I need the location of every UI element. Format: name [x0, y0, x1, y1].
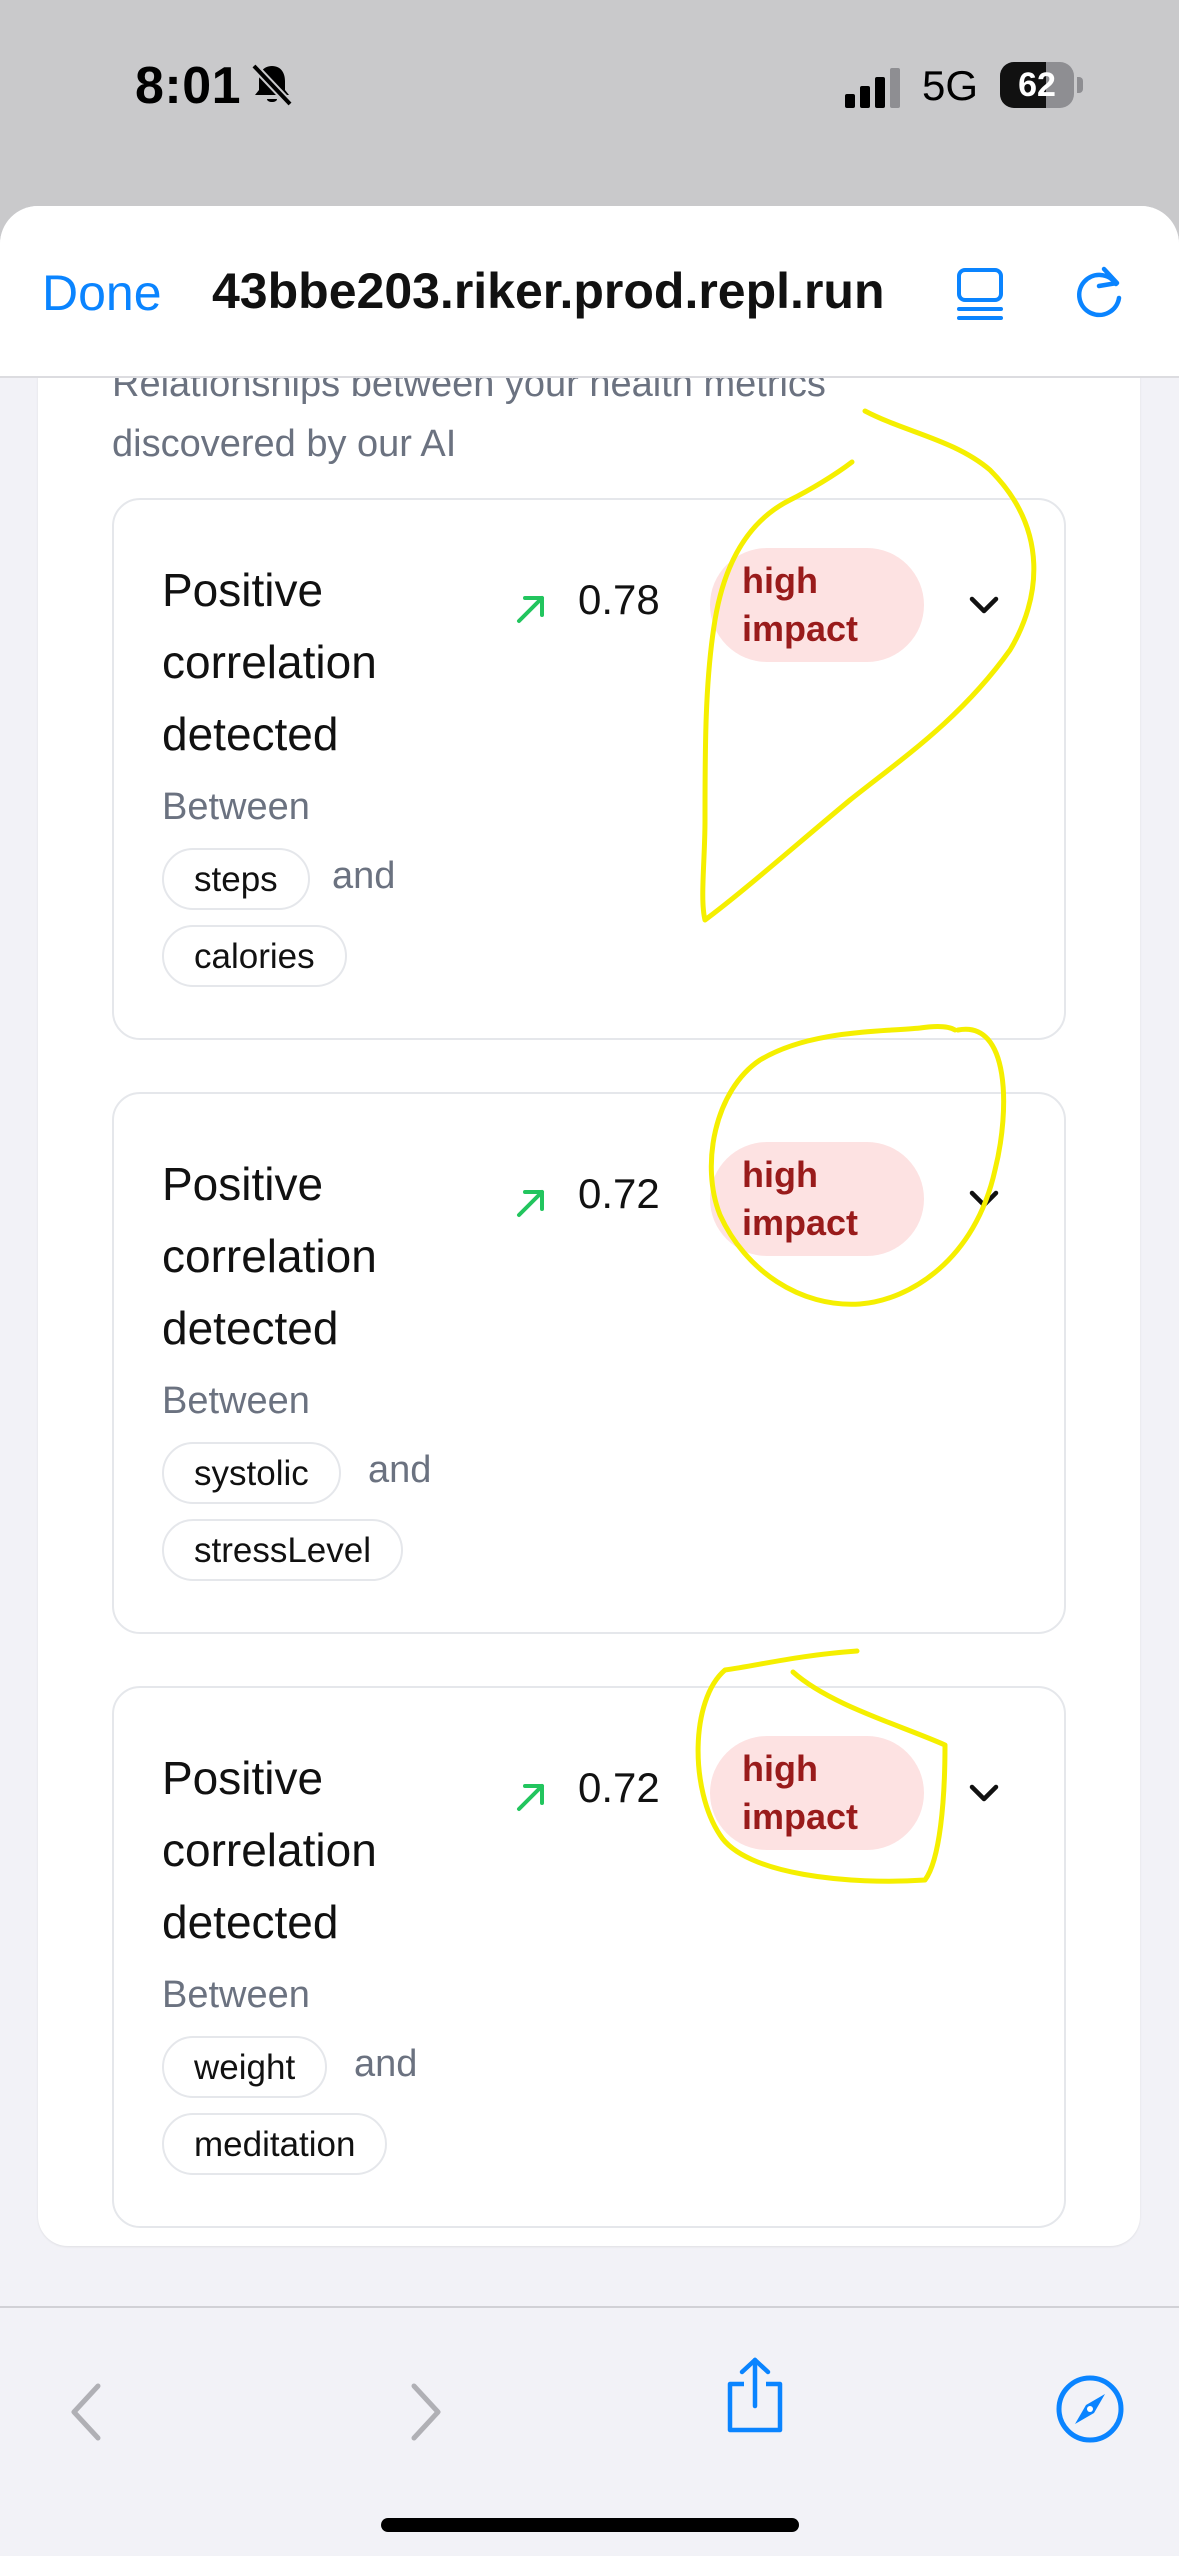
chevron-down-icon[interactable]: [966, 1184, 1002, 1214]
metric-chip: weight: [162, 2036, 328, 2098]
trend-up-icon: [517, 1190, 544, 1217]
and-label: and: [354, 2043, 418, 2085]
metric-chip: steps: [162, 848, 310, 910]
network-type: 5G: [922, 62, 979, 109]
browser-sheet: Done 43bbe203.riker.prod.repl.run Relati…: [0, 206, 1179, 2556]
chevron-down-icon[interactable]: [966, 1778, 1002, 1808]
cellular-signal-icon: [845, 68, 900, 108]
battery-level: 62: [1018, 66, 1056, 104]
bell-muted-icon: [251, 63, 293, 107]
between-label: Between: [162, 1380, 310, 1422]
impact-badge: high impact: [710, 1736, 924, 1850]
correlation-value: 0.72: [578, 1170, 660, 1217]
insight-title: Positive correlation detected: [162, 1752, 377, 1948]
correlation-value: 0.72: [578, 1764, 660, 1811]
between-label: Between: [162, 786, 310, 828]
browser-header: Done 43bbe203.riker.prod.repl.run: [0, 206, 1179, 378]
insight-card[interactable]: Positive correlation detected 0.72 high …: [112, 1092, 1066, 1634]
insight-card[interactable]: Positive correlation detected 0.78 high …: [112, 498, 1066, 1040]
share-icon[interactable]: [724, 2356, 786, 2434]
insight-title: Positive correlation detected: [162, 1158, 377, 1354]
reload-icon[interactable]: [1070, 264, 1128, 322]
home-indicator: [381, 2518, 799, 2532]
insight-title: Positive correlation detected: [162, 564, 377, 760]
status-bar: 8:01 5G 62: [0, 0, 1179, 200]
metric-chip: stressLevel: [162, 1519, 404, 1581]
impact-badge: high impact: [710, 548, 924, 662]
metric-chip: meditation: [162, 2113, 388, 2175]
web-page: Relationships between your health metric…: [0, 376, 1179, 2306]
and-label: and: [368, 1449, 432, 1491]
trend-up-icon: [517, 596, 544, 623]
metric-chip: systolic: [162, 1442, 341, 1504]
battery-icon: 62: [1000, 62, 1083, 108]
reader-mode-icon[interactable]: [955, 266, 1005, 322]
trend-up-icon: [517, 1784, 544, 1811]
forward-icon[interactable]: [406, 2382, 446, 2442]
url-label[interactable]: 43bbe203.riker.prod.repl.run: [212, 262, 885, 320]
impact-badge: high impact: [710, 1142, 924, 1256]
between-label: Between: [162, 1974, 310, 2016]
and-label: and: [332, 855, 396, 897]
chevron-down-icon[interactable]: [966, 590, 1002, 620]
done-button[interactable]: Done: [42, 264, 162, 322]
insight-card[interactable]: Positive correlation detected 0.72 high …: [112, 1686, 1066, 2228]
insights-subtitle: Relationships between your health metric…: [112, 376, 826, 465]
metric-chip: calories: [162, 925, 347, 987]
back-icon[interactable]: [66, 2382, 106, 2442]
status-time: 8:01: [135, 57, 242, 115]
correlation-value: 0.78: [578, 576, 660, 623]
compass-safari-icon[interactable]: [1055, 2374, 1125, 2444]
